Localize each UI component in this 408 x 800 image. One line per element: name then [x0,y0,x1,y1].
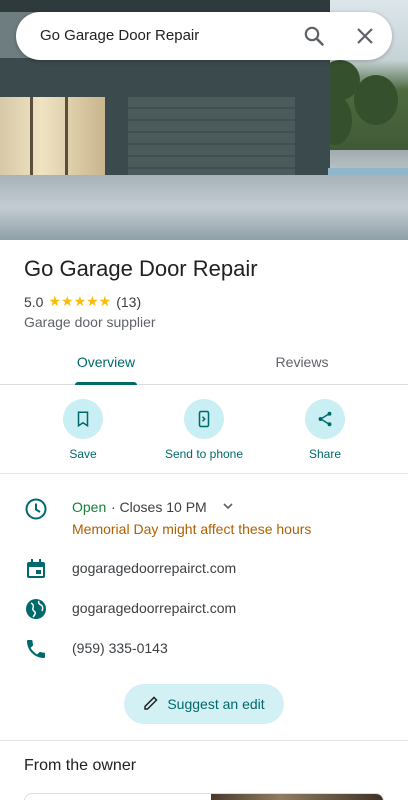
owner-photo-thumbnail[interactable] [211,794,383,800]
send-to-phone-button[interactable]: Send to phone [154,399,254,461]
hero-garage-door [128,97,295,175]
rating-row[interactable]: 5.0 ★★★★★ (13) [24,293,141,310]
suggest-edit-label: Suggest an edit [167,696,265,712]
phone-number[interactable]: (959) 335-0143 [72,640,168,656]
place-category[interactable]: Garage door supplier [24,314,156,330]
save-label: Save [69,447,97,461]
hours-closing-time[interactable]: · Closes 10 PM [111,499,207,515]
owner-section-title: From the owner [24,757,137,774]
close-icon[interactable] [353,24,377,48]
hours-holiday-note: Memorial Day might affect these hours [72,521,312,537]
action-bar: Save Send to phone Share [0,386,408,474]
globe-icon [24,597,48,621]
hero-tree [354,75,398,125]
booking-link[interactable]: gogaragedoorrepairct.com [72,560,236,576]
search-icon[interactable] [302,24,326,48]
share-icon [305,399,345,439]
tab-reviews-label: Reviews [275,354,329,370]
hero-window [0,97,105,175]
tab-bar: Overview Reviews [0,345,408,385]
owner-photo-card[interactable] [24,793,384,800]
send-to-phone-label: Send to phone [164,447,244,461]
bookmark-icon [63,399,103,439]
suggest-edit-button[interactable]: Suggest an edit [124,684,284,724]
search-query[interactable]: Go Garage Door Repair [40,12,199,60]
phone-icon [24,637,48,661]
search-bar[interactable]: Go Garage Door Repair [16,12,392,60]
send-to-phone-icon [184,399,224,439]
section-divider [0,740,408,741]
review-count[interactable]: (13) [116,294,141,310]
clock-icon [24,497,48,521]
tab-selected-indicator [75,382,137,385]
hero-driveway [0,175,408,240]
star-icons: ★★★★★ [48,293,112,309]
share-label: Share [308,447,342,461]
place-title: Go Garage Door Repair [24,256,258,281]
share-button[interactable]: Share [275,399,375,461]
save-button[interactable]: Save [33,399,133,461]
tab-reviews[interactable]: Reviews [262,345,342,385]
calendar-icon [24,557,48,581]
tab-overview-label: Overview [76,354,136,370]
chevron-down-icon[interactable] [220,498,236,514]
website-link[interactable]: gogaragedoorrepairct.com [72,600,236,616]
pencil-icon [143,695,159,714]
hours-status[interactable]: Open [72,499,106,515]
rating-value: 5.0 [24,293,44,310]
tab-overview[interactable]: Overview [65,345,147,385]
